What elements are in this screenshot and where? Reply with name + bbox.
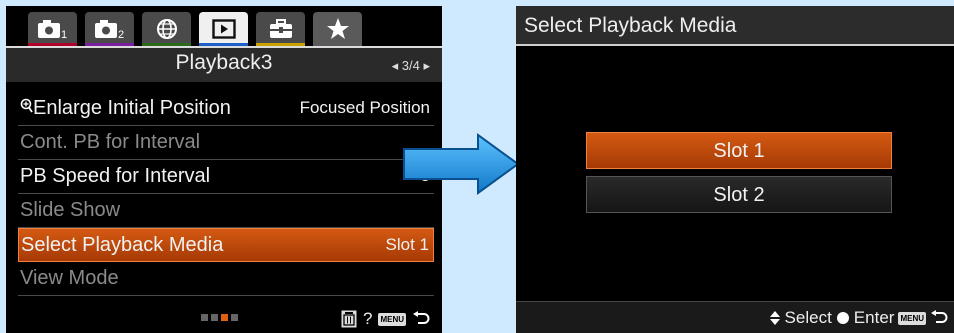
menu-item-value: Slot 1: [385, 235, 429, 254]
my-menu-tab[interactable]: [313, 12, 362, 46]
select-media-screen: Select Playback Media Slot 1 Slot 2 Sele…: [516, 6, 954, 333]
svg-text:1: 1: [61, 29, 67, 40]
page-indicator[interactable]: ◂ 3/4 ▸: [392, 58, 430, 74]
trash-icon[interactable]: [341, 310, 357, 328]
back-arrow-icon[interactable]: [930, 310, 948, 326]
menu-item-label: Select Playback Media: [21, 234, 224, 256]
star-icon: [326, 18, 349, 39]
svg-text:2: 2: [118, 29, 124, 40]
menu-item-label: PB Speed for Interval: [20, 165, 211, 187]
camera-menu-screen: 1 2 Playback3 ◂ 3/4 ▸ Enlarge Initial Po…: [6, 6, 442, 333]
globe-icon: [156, 19, 177, 39]
zoom-magnify-icon: [20, 98, 33, 113]
menu-item-label: Slide Show: [20, 199, 121, 221]
page-number: 3/4: [401, 58, 420, 73]
playback-icon: [211, 19, 236, 39]
menu-item-cont-pb-interval[interactable]: Cont. PB for Interval: [18, 126, 434, 160]
menu-item-label: View Mode: [20, 267, 119, 289]
menu-item-label: Enlarge Initial Position: [33, 97, 231, 119]
transition-arrow-icon: [403, 133, 520, 195]
toolbox-icon: [269, 19, 292, 38]
dialog-title: Select Playback Media: [524, 14, 737, 37]
camera-1-icon: 1: [37, 20, 67, 40]
menu-button-icon[interactable]: MENU: [378, 312, 406, 326]
menu-item-view-mode[interactable]: View Mode: [18, 262, 434, 296]
menu-item-select-playback-media[interactable]: Select Playback Media Slot 1: [18, 228, 434, 262]
menu-list: Enlarge Initial Position Focused Positio…: [18, 92, 434, 296]
page-title: Playback3: [175, 51, 273, 74]
select-hint: Select: [784, 308, 832, 327]
menu-footer: ? MENU: [6, 303, 442, 333]
menu-tab-bar: 1 2: [6, 6, 442, 46]
menu-button-icon[interactable]: MENU: [898, 311, 926, 325]
menu-item-enlarge-initial-position[interactable]: Enlarge Initial Position Focused Positio…: [18, 92, 434, 126]
page-dots: [201, 314, 238, 321]
help-icon[interactable]: ?: [363, 309, 372, 329]
menu-item-slide-show[interactable]: Slide Show: [18, 194, 434, 228]
menu-item-label: Cont. PB for Interval: [20, 131, 201, 153]
slot-2-option[interactable]: Slot 2: [586, 176, 892, 213]
enter-hint: Enter: [853, 308, 895, 327]
up-down-arrows-icon: [769, 311, 780, 325]
dialog-footer: Select Enter MENU: [516, 301, 954, 333]
menu-item-value: Focused Position: [299, 98, 430, 117]
camera-settings-1-tab[interactable]: 1: [28, 12, 77, 46]
network-tab[interactable]: [142, 12, 191, 46]
slot-1-option[interactable]: Slot 1: [586, 132, 892, 169]
back-arrow-icon[interactable]: [412, 311, 430, 327]
dialog-header: Select Playback Media: [516, 6, 954, 46]
enter-dot-icon: [836, 312, 849, 324]
menu-title-bar: Playback3 ◂ 3/4 ▸: [6, 46, 442, 82]
menu-item-pb-speed-interval[interactable]: PB Speed for Interval 5: [18, 160, 434, 194]
setup-tab[interactable]: [256, 12, 305, 46]
camera-settings-2-tab[interactable]: 2: [85, 12, 134, 46]
playback-tab[interactable]: [199, 12, 248, 46]
camera-2-icon: 2: [94, 20, 124, 40]
